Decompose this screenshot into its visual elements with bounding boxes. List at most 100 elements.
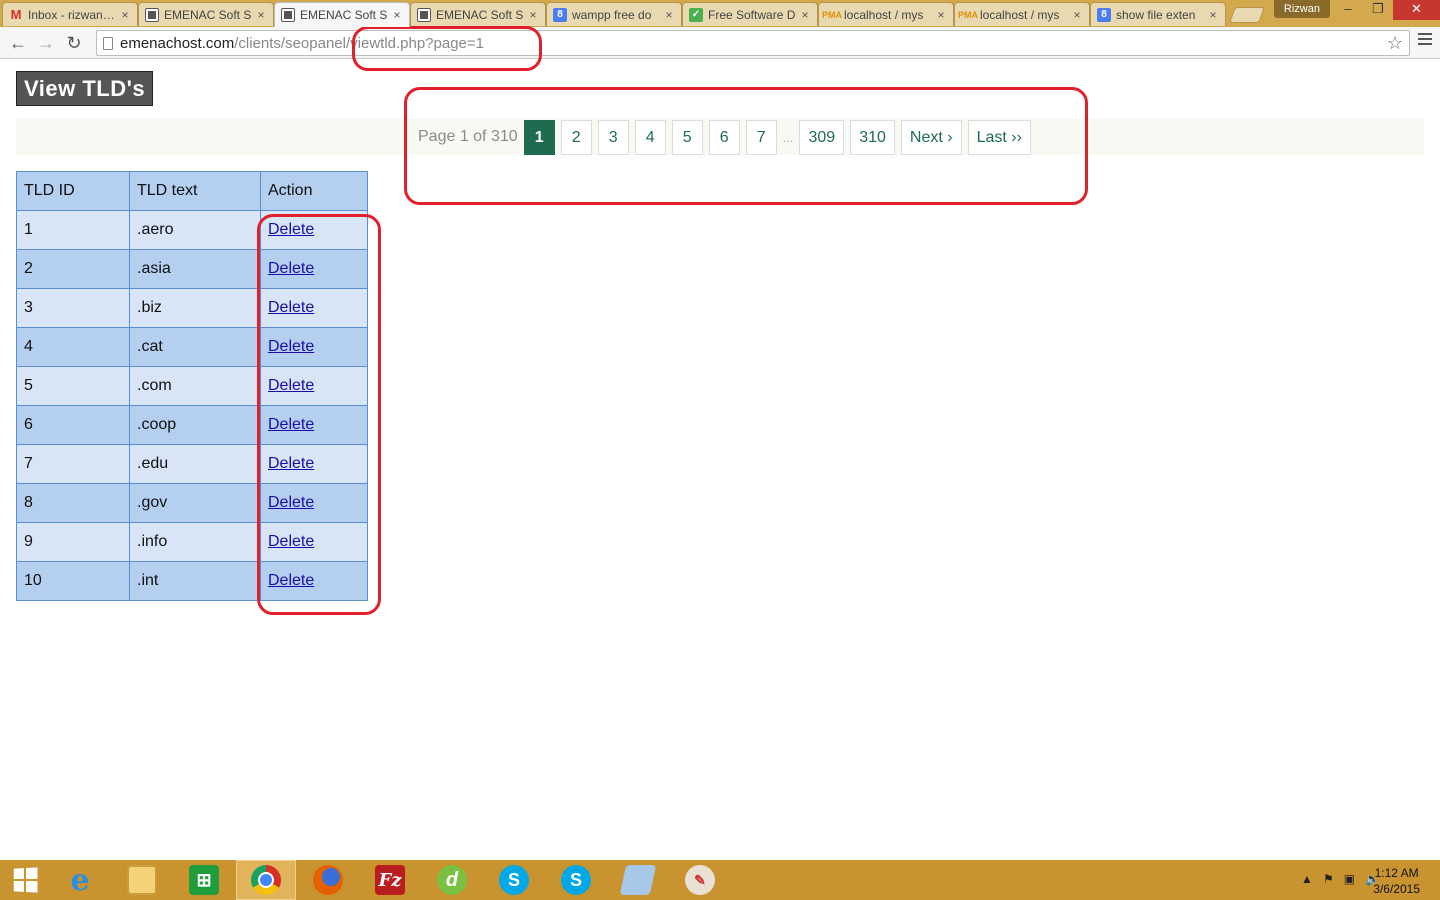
windows-logo-icon (13, 867, 38, 893)
url-annotation-outline (352, 26, 542, 71)
system-tray: ▲ ⚑ ▣ 🔈 (1301, 872, 1380, 886)
back-button[interactable]: ← (6, 31, 30, 55)
tld-text-cell: .edu (129, 444, 261, 484)
browser-tab[interactable]: EMENAC Soft S × (138, 2, 274, 26)
browser-tab[interactable]: M Inbox - rizwan… × (2, 2, 138, 26)
tab-close-icon[interactable]: × (391, 8, 403, 22)
taskbar-app-button[interactable] (608, 860, 668, 900)
phpmyadmin-icon: PMA (822, 9, 842, 20)
browser-tab[interactable]: 8 wampp free do × (546, 2, 682, 26)
page-grid-icon (281, 8, 295, 22)
google-icon: 8 (1097, 7, 1111, 22)
tab-title: Inbox - rizwan… (28, 7, 115, 22)
tld-id-cell: 5 (16, 366, 130, 406)
tld-text-cell: .cat (129, 327, 261, 367)
pagination-annotation-outline (404, 87, 1088, 205)
bookmark-star-icon[interactable]: ☆ (1387, 33, 1403, 54)
tab-title: EMENAC Soft S (164, 7, 252, 22)
table-header-row: TLD ID TLD text Action (16, 171, 368, 211)
tab-title: EMENAC Soft S (436, 7, 524, 22)
reload-button[interactable]: ↻ (62, 31, 86, 55)
taskbar-app-button[interactable]: S (546, 860, 606, 900)
tab-close-icon[interactable]: × (527, 8, 539, 22)
forward-button[interactable]: → (34, 31, 58, 55)
tab-close-icon[interactable]: × (1071, 8, 1083, 22)
tld-id-cell: 9 (16, 522, 130, 562)
taskbar-app-button[interactable]: ✎ (670, 860, 730, 900)
firefox-icon (313, 865, 343, 895)
windows-store-icon: ⊞ (189, 865, 219, 895)
browser-tab[interactable]: PMA localhost / mys × (818, 2, 954, 26)
tld-id-cell: 7 (16, 444, 130, 484)
tab-close-icon[interactable]: × (255, 8, 267, 22)
clock-time: 1:12 AM (1374, 866, 1419, 880)
url-host: emenachost.com (120, 35, 235, 52)
maximize-button[interactable]: ❐ (1363, 0, 1393, 20)
taskbar-apps: e ⊞ Fz d S S ✎ (50, 860, 732, 900)
tld-id-cell: 10 (16, 561, 130, 601)
skype-icon: S (499, 865, 529, 895)
file-explorer-icon (127, 865, 157, 895)
network-icon[interactable]: ▣ (1344, 872, 1355, 886)
new-tab-button[interactable] (1229, 7, 1265, 23)
profile-button[interactable]: Rizwan (1273, 0, 1330, 18)
tab-close-icon[interactable]: × (119, 8, 131, 22)
column-header-action: Action (260, 171, 368, 211)
browser-tab-strip: M Inbox - rizwan… × EMENAC Soft S × EMENAC So… (0, 0, 1440, 27)
tab-title: show file exten (1116, 7, 1196, 22)
filezilla-icon: Fz (375, 865, 405, 895)
tab-close-icon[interactable]: × (1207, 8, 1219, 22)
notepad-icon (619, 865, 657, 895)
browser-tab[interactable]: EMENAC Soft S × (274, 2, 410, 27)
browser-tab[interactable]: EMENAC Soft S × (410, 2, 546, 26)
tab-list: M Inbox - rizwan… × EMENAC Soft S × EMENAC So… (2, 2, 1265, 27)
phpmyadmin-icon: PMA (958, 9, 978, 20)
minimize-button[interactable]: – (1333, 0, 1363, 20)
tld-text-cell: .gov (129, 483, 261, 523)
windows-taskbar: e ⊞ Fz d S S ✎ ▲ ⚑ ▣ 🔈 1:12 AM 3/6/2015 (0, 860, 1440, 900)
tld-text-cell: .com (129, 366, 261, 406)
chrome-icon (251, 865, 281, 895)
tab-title: localhost / mys (980, 7, 1060, 22)
tld-id-cell: 2 (16, 249, 130, 289)
start-button[interactable] (0, 860, 50, 900)
taskbar-app-button[interactable] (236, 860, 296, 900)
check-icon: ✓ (689, 7, 703, 22)
show-hidden-icons-icon[interactable]: ▲ (1301, 872, 1313, 886)
tab-title: localhost / mys (844, 7, 924, 22)
page-title: View TLD's (16, 71, 154, 106)
gmail-icon: M (10, 7, 22, 22)
tab-title: Free Software D (708, 7, 796, 22)
dreamweaver-icon: d (437, 865, 467, 895)
paint-icon: ✎ (685, 865, 715, 895)
tld-id-cell: 1 (16, 210, 130, 250)
column-header-tld-text: TLD text (129, 171, 261, 211)
skype-icon: S (561, 865, 591, 895)
browser-toolbar: ← → ↻ emenachost.com/clients/seopanel/vi… (0, 27, 1440, 59)
taskbar-app-button[interactable]: Fz (360, 860, 420, 900)
address-bar[interactable]: emenachost.com/clients/seopanel/viewtld.… (96, 30, 1410, 56)
taskbar-app-button[interactable]: ⊞ (174, 860, 234, 900)
browser-tab[interactable]: 8 show file exten × (1090, 2, 1226, 26)
taskbar-app-button[interactable] (298, 860, 358, 900)
taskbar-app-button[interactable]: S (484, 860, 544, 900)
tab-close-icon[interactable]: × (799, 8, 811, 22)
taskbar-app-button[interactable]: e (50, 860, 110, 900)
tld-text-cell: .biz (129, 288, 261, 328)
browser-tab[interactable]: ✓ Free Software D × (682, 2, 818, 26)
page-grid-icon (145, 7, 159, 22)
taskbar-app-button[interactable]: d (422, 860, 482, 900)
chrome-menu-icon[interactable] (1418, 33, 1432, 48)
tab-title: EMENAC Soft S (300, 8, 388, 22)
tab-close-icon[interactable]: × (663, 8, 675, 22)
close-window-button[interactable]: ✕ (1393, 0, 1440, 20)
page-icon (103, 37, 113, 50)
tld-id-cell: 3 (16, 288, 130, 328)
tab-close-icon[interactable]: × (935, 8, 947, 22)
system-clock[interactable]: 1:12 AM 3/6/2015 (1373, 865, 1420, 897)
action-center-flag-icon[interactable]: ⚑ (1323, 872, 1334, 886)
clock-date: 3/6/2015 (1373, 882, 1420, 896)
tld-text-cell: .coop (129, 405, 261, 445)
taskbar-app-button[interactable] (112, 860, 172, 900)
browser-tab[interactable]: PMA localhost / mys × (954, 2, 1090, 26)
